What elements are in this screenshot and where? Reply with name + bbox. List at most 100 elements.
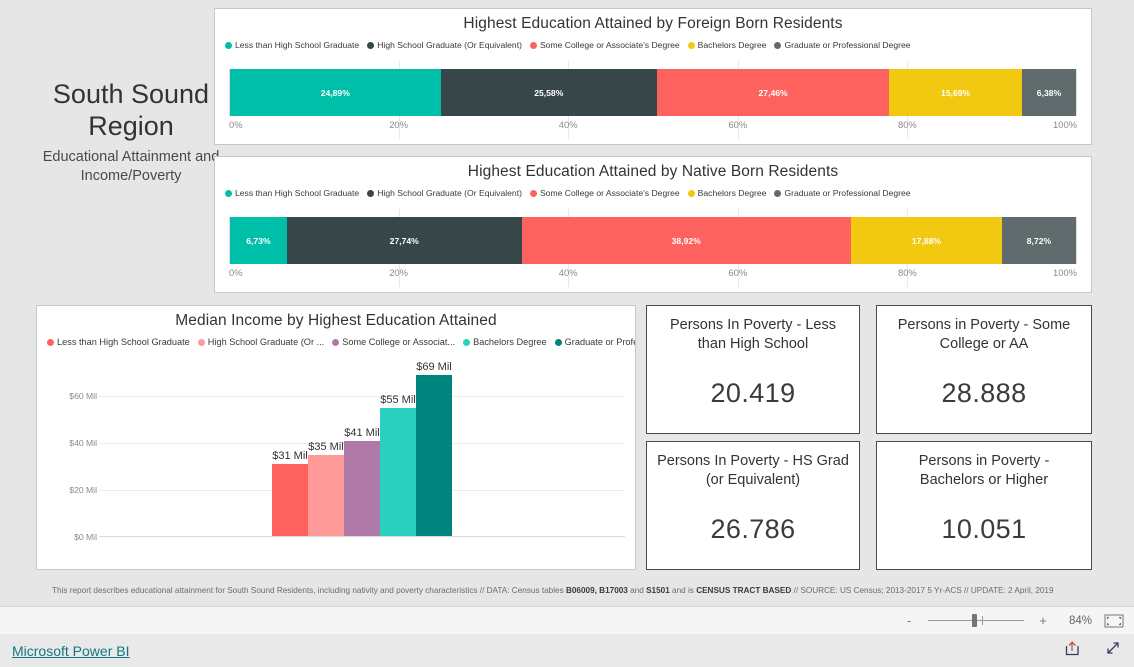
column-bar[interactable]: $69 Mil [416, 361, 452, 537]
stack-segment[interactable]: 6,73% [230, 217, 287, 264]
kpi-value: 10.051 [941, 514, 1027, 544]
page-subtitle: Educational Attainment and Income/Povert… [42, 149, 220, 184]
bar-value-label: $31 Mil [272, 450, 308, 463]
legend-item[interactable]: Some College or Associat... [332, 337, 455, 347]
segment-value: 25,58% [534, 87, 564, 98]
legend-item[interactable]: Bachelors Degree [687, 40, 767, 50]
legend-label: Graduate or Professional Degree [784, 188, 911, 198]
x-axis-native-born: 0% 20% 40% 60% 80% 100% [229, 267, 1077, 287]
footnote-tables-1: B06009, B17003 [565, 586, 628, 595]
stack-segment[interactable]: 24,89% [230, 69, 441, 116]
kpi-title: Persons In Poverty - Less than High Scho… [669, 317, 836, 352]
status-bar: Microsoft Power BI [0, 634, 1134, 667]
power-bi-link[interactable]: Microsoft Power BI [12, 643, 129, 659]
legend-item[interactable]: Some College or Associate's Degree [529, 188, 680, 198]
legend-item[interactable]: Some College or Associate's Degree [529, 40, 680, 50]
legend-item[interactable]: Graduate or Professio... [554, 337, 635, 347]
zoom-percent-label: 84% [1068, 614, 1092, 627]
stack-segment[interactable]: 27,74% [286, 217, 522, 264]
kpi-value: 28.888 [941, 378, 1027, 408]
share-icon[interactable] [1064, 639, 1082, 662]
legend-swatch-icon [463, 338, 471, 346]
status-bar-actions [1064, 639, 1122, 662]
kpi-card-poverty-hs-grad[interactable]: Persons In Poverty - HS Grad (or Equival… [646, 441, 860, 570]
kpi-card-poverty-less-than-hs[interactable]: Persons In Poverty - Less than High Scho… [646, 305, 860, 434]
legend-item[interactable]: Bachelors Degree [687, 188, 766, 198]
axis-tick-label: 80% [898, 119, 917, 130]
stack-segment[interactable]: 25,58% [440, 69, 657, 116]
segment-value: 6,73% [246, 235, 271, 246]
legend-label: Less than High School Graduate [57, 337, 190, 347]
legend-swatch-icon [367, 41, 375, 49]
visual-title-native-born: Highest Education Attained by Native Bor… [467, 163, 839, 180]
stack-segment[interactable]: 8,72% [1002, 217, 1076, 264]
zoom-slider-tick [981, 616, 983, 625]
column-bar[interactable]: $35 Mil [308, 441, 344, 537]
zoom-slider[interactable] [928, 614, 1024, 628]
visual-title-median-income: Median Income by Highest Education Attai… [175, 312, 497, 329]
visual-native-born-education[interactable]: Highest Education Attained by Native Bor… [214, 156, 1092, 293]
legend-label: Some College or Associate's Degree [539, 188, 680, 198]
footnote-tables-2: S1501 [646, 586, 670, 595]
zoom-in-button[interactable]: + [1036, 613, 1050, 628]
kpi-title: Persons In Poverty - HS Grad (or Equival… [657, 453, 849, 488]
kpi-value: 20.419 [710, 378, 796, 408]
report-footnote: This report describes educational attain… [52, 585, 1088, 597]
visual-title-foreign-born: Highest Education Attained by Foreign Bo… [463, 15, 843, 32]
legend-median-income: Less than High School Graduate High Scho… [37, 330, 635, 347]
page-title: South Sound Region [52, 79, 210, 141]
footnote-part-1: This report describes educational attain… [52, 586, 566, 595]
stack-plot: 24,89% 25,58% 27,46% 15,69% 6,38% [229, 69, 1077, 116]
legend-item[interactable]: Graduate or Professional Degree [774, 40, 911, 50]
legend-item[interactable]: Less than High School Graduate [225, 188, 359, 198]
report-page: South Sound Region Educational Attainmen… [28, 0, 1106, 606]
stack-plot: 6,73% 27,74% 38,92% 17,88% 8,72% [229, 217, 1077, 264]
legend-label: Bachelors Degree [697, 40, 767, 50]
stack-segment[interactable]: 27,46% [656, 69, 890, 116]
legend-swatch-icon [529, 41, 537, 49]
column-bar[interactable]: $41 Mil [344, 427, 380, 537]
fit-to-page-icon[interactable] [1104, 614, 1124, 628]
zoom-slider-thumb[interactable] [972, 614, 978, 627]
kpi-card-poverty-some-college[interactable]: Persons in Poverty - Some College or AA … [876, 305, 1092, 434]
bar-value-label: $35 Mil [308, 440, 344, 453]
stack-segment[interactable]: 38,92% [521, 217, 851, 264]
legend-item[interactable]: Bachelors Degree [463, 337, 547, 347]
fullscreen-icon[interactable] [1104, 639, 1122, 662]
legend-swatch-icon [774, 189, 782, 197]
kpi-card-poverty-bachelors[interactable]: Persons in Poverty - Bachelors or Higher… [876, 441, 1092, 570]
footnote-part-2: and [627, 586, 647, 595]
visual-median-income[interactable]: Median Income by Highest Education Attai… [36, 305, 636, 570]
column-bar[interactable]: $31 Mil [272, 450, 308, 537]
axis-tick-label: 20% [389, 119, 408, 130]
legend-native-born: Less than High School Graduate High Scho… [215, 181, 1091, 198]
x-axis-foreign-born: 0% 20% 40% 60% 80% 100% [229, 119, 1077, 139]
kpi-value: 26.786 [710, 514, 796, 544]
stack-segment[interactable]: 6,38% [1022, 69, 1076, 116]
kpi-title: Persons in Poverty - Bachelors or Higher [918, 453, 1050, 488]
legend-item[interactable]: Graduate or Professional Degree [774, 188, 911, 198]
visual-foreign-born-education[interactable]: Highest Education Attained by Foreign Bo… [214, 8, 1092, 145]
column-chart-plot: $0 Mil $20 Mil $40 Mil $60 Mil $31 Mil $… [51, 361, 625, 559]
axis-tick-label: 40% [558, 267, 578, 278]
segment-value: 38,92% [671, 235, 701, 246]
legend-item[interactable]: High School Graduate (Or ... [197, 337, 324, 347]
zoom-out-button[interactable]: - [902, 613, 916, 628]
legend-foreign-born: Less than High School Graduate High Scho… [215, 33, 1091, 50]
stack-segment[interactable]: 15,69% [889, 69, 1022, 116]
stack-segment[interactable]: 17,88% [850, 217, 1003, 264]
segment-value: 17,88% [911, 235, 942, 246]
legend-item[interactable]: High School Graduate (Or Equivalent) [367, 40, 522, 50]
segment-value: 8,72% [1026, 235, 1052, 246]
legend-label: High School Graduate (Or Equivalent) [377, 188, 522, 198]
segment-value: 27,46% [758, 87, 788, 98]
column-slot: $41 Mil [344, 368, 380, 537]
axis-tick-label: $0 Mil [74, 532, 97, 542]
legend-item[interactable]: Less than High School Graduate [225, 40, 359, 50]
column-slot: $55 Mil [380, 368, 416, 537]
legend-item[interactable]: High School Graduate (Or Equivalent) [367, 188, 522, 198]
legend-item[interactable]: Less than High School Graduate [47, 337, 190, 347]
bar-value-label: $41 Mil [344, 426, 380, 439]
column-bar[interactable]: $55 Mil [380, 394, 416, 537]
legend-swatch-icon [554, 338, 562, 346]
